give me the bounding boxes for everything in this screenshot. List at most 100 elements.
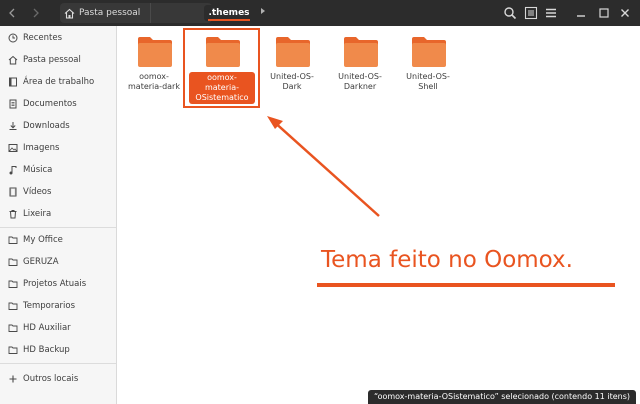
file-view: oomox- materia-dark oomox- materia- OSis… — [117, 26, 640, 404]
folder-name: United-OS- Dark — [259, 72, 325, 92]
forward-button[interactable] — [28, 4, 44, 22]
document-icon — [9, 99, 17, 109]
back-button[interactable] — [4, 4, 20, 22]
breadcrumb-separator — [150, 3, 151, 23]
header-bar: Pasta pessoal .themes — [0, 0, 640, 26]
sidebar-item-label: Pasta pessoal — [23, 55, 81, 65]
sidebar-item-hd-auxiliar[interactable]: HD Auxiliar — [0, 318, 116, 338]
sidebar-divider — [0, 227, 116, 228]
status-bar: “oomox-materia-OSistematico” selecionado… — [368, 390, 636, 404]
folder-icon — [8, 280, 18, 288]
sidebar-item-label: HD Auxiliar — [23, 323, 71, 333]
chevron-right-icon — [33, 8, 39, 18]
folder-icon — [8, 324, 18, 332]
sidebar-item-area-de-trabalho[interactable]: Área de trabalho — [0, 72, 116, 92]
close-icon — [621, 9, 629, 17]
sidebar-item-label: Lixeira — [23, 209, 52, 219]
sidebar-item-label: Vídeos — [23, 187, 52, 197]
download-icon — [9, 122, 17, 130]
close-button[interactable] — [617, 5, 633, 21]
folder-name-line: oomox- — [139, 72, 169, 81]
sidebar-item-documentos[interactable]: Documentos — [0, 94, 116, 114]
sidebar-item-label: Área de trabalho — [23, 77, 95, 87]
sidebar-item-label: Música — [23, 165, 53, 175]
clock-icon — [8, 33, 18, 43]
folder-icon — [206, 37, 240, 67]
folder-icon — [138, 37, 172, 67]
home-icon — [64, 8, 75, 19]
sidebar: Recentes Pasta pessoal Área de trabalho … — [0, 26, 117, 404]
minimize-icon — [577, 15, 585, 17]
folder-icon — [344, 37, 378, 67]
video-icon — [9, 187, 17, 197]
image-icon — [8, 144, 18, 152]
folder-name-line: Dark — [282, 82, 302, 91]
sidebar-item-pasta-pessoal[interactable]: Pasta pessoal — [0, 50, 116, 70]
sidebar-item-label: My Office — [23, 235, 63, 245]
breadcrumb-more-button[interactable] — [256, 3, 270, 23]
search-icon — [504, 7, 517, 20]
breadcrumb-current[interactable]: .themes — [204, 5, 254, 21]
folder-name: United-OS- Shell — [395, 72, 461, 92]
folder-icon — [8, 258, 18, 266]
sidebar-item-label: Recentes — [23, 33, 63, 43]
sidebar-item-geruza[interactable]: GERUZA — [0, 252, 116, 272]
sidebar-item-label: Downloads — [23, 121, 70, 131]
desktop-icon — [9, 77, 17, 87]
sidebar-item-outros-locais[interactable]: Outros locais — [0, 369, 116, 389]
menu-icon — [546, 8, 556, 18]
view-toggle-button[interactable] — [523, 5, 539, 21]
folder-name: oomox- materia-dark — [121, 72, 187, 92]
minimize-button[interactable] — [573, 5, 589, 21]
folder-icon — [8, 346, 18, 354]
folder-name-line: OSistematico — [195, 93, 249, 102]
breadcrumb-home-label: Pasta pessoal — [79, 8, 141, 18]
maximize-button[interactable] — [596, 5, 612, 21]
folder-name: oomox- materia- OSistematico — [189, 72, 255, 104]
maximize-icon — [599, 8, 609, 18]
sidebar-item-label: Temporarios — [23, 301, 76, 311]
sidebar-item-downloads[interactable]: Downloads — [0, 116, 116, 136]
sidebar-item-label: Outros locais — [23, 374, 79, 384]
sidebar-item-label: HD Backup — [23, 345, 70, 355]
music-icon — [9, 166, 17, 175]
folder-icon — [412, 37, 446, 67]
sidebar-item-my-office[interactable]: My Office — [0, 230, 116, 250]
folder-name-line: United-OS- — [406, 72, 450, 81]
triangle-right-icon — [261, 8, 265, 14]
sidebar-item-imagens[interactable]: Imagens — [0, 138, 116, 158]
folder-name-line: oomox- — [207, 73, 237, 82]
sidebar-item-temporarios[interactable]: Temporarios — [0, 296, 116, 316]
sidebar-item-musica[interactable]: Música — [0, 160, 116, 180]
sidebar-item-label: Imagens — [23, 143, 60, 153]
main-menu-button[interactable] — [543, 5, 559, 21]
folder-name-line: United-OS- — [270, 72, 314, 81]
breadcrumb-home[interactable]: Pasta pessoal — [64, 3, 140, 23]
chevron-left-icon — [9, 8, 15, 18]
annotation-underline — [317, 283, 615, 287]
trash-icon — [9, 210, 17, 219]
path-bar: Pasta pessoal .themes — [60, 3, 265, 23]
sidebar-item-hd-backup[interactable]: HD Backup — [0, 340, 116, 360]
folder-name-line: United-OS- — [338, 72, 382, 81]
folder-icon — [8, 236, 18, 244]
plus-icon — [9, 375, 17, 383]
folder-name-line: materia- — [204, 83, 240, 92]
sidebar-item-label: Projetos Atuais — [23, 279, 87, 289]
folder-icon — [276, 37, 310, 67]
sidebar-item-label: GERUZA — [23, 257, 59, 267]
sidebar-item-label: Documentos — [23, 99, 77, 109]
search-button[interactable] — [502, 5, 518, 21]
view-list-icon — [524, 6, 538, 20]
sidebar-item-projetos-atuais[interactable]: Projetos Atuais — [0, 274, 116, 294]
folder-name-line: Shell — [418, 82, 438, 91]
sidebar-item-lixeira[interactable]: Lixeira — [0, 204, 116, 224]
annotation-text: Tema feito no Oomox. — [321, 247, 573, 273]
folder-name-line: materia-dark — [128, 82, 180, 91]
sidebar-item-recentes[interactable]: Recentes — [0, 28, 116, 48]
sidebar-divider — [0, 363, 116, 364]
folder-name-line: Darkner — [343, 82, 377, 91]
sidebar-item-videos[interactable]: Vídeos — [0, 182, 116, 202]
folder-name: United-OS- Darkner — [327, 72, 393, 92]
folder-icon — [8, 302, 18, 310]
